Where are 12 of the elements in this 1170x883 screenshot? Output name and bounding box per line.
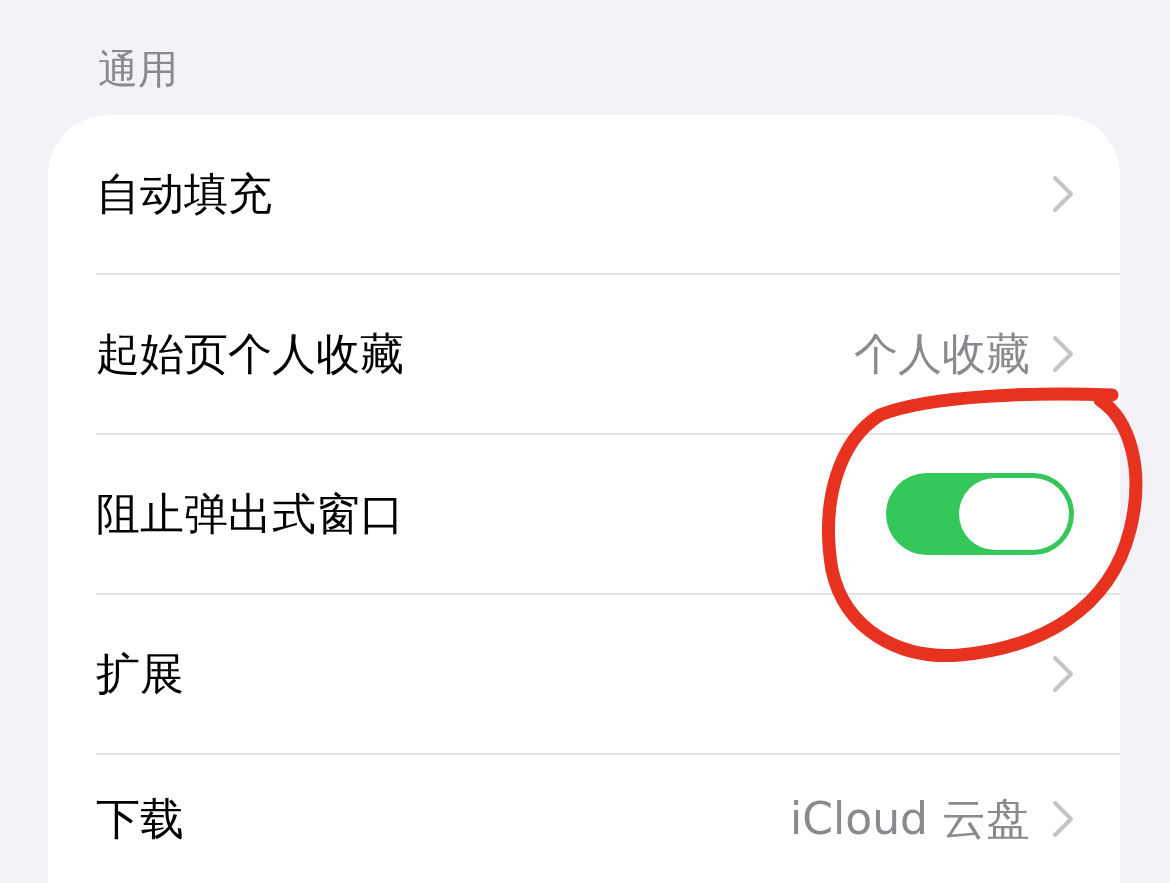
row-value: 个人收藏 <box>854 326 1030 381</box>
chevron-right-icon[interactable] <box>1052 655 1074 693</box>
section-header: 通用 <box>97 45 179 94</box>
row-label: 下载 <box>96 791 185 846</box>
row-label: 起始页个人收藏 <box>96 326 405 381</box>
chevron-right-icon[interactable] <box>1052 335 1074 373</box>
row-label: 自动填充 <box>96 166 273 221</box>
row-label: 阻止弹出式窗口 <box>96 486 405 541</box>
chevron-right-icon[interactable] <box>1052 800 1074 838</box>
chevron-right-icon[interactable] <box>1052 175 1074 213</box>
row-label: 扩展 <box>96 646 185 701</box>
row-value: iCloud 云盘 <box>790 791 1030 846</box>
